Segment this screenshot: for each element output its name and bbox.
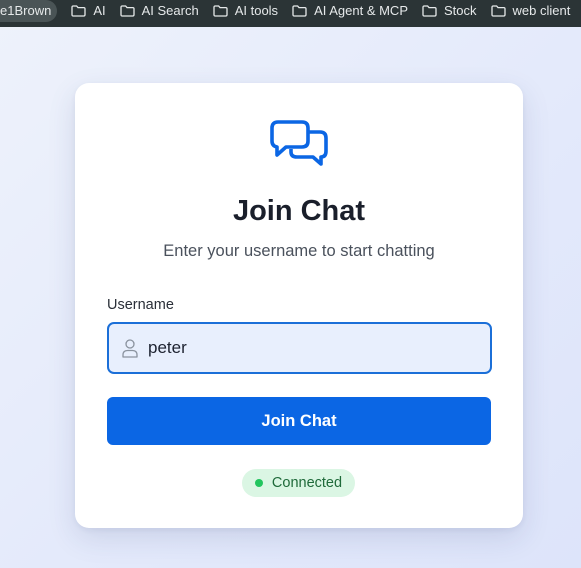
chat-bubbles-icon <box>269 119 329 178</box>
bookmark-folder-web-client[interactable]: web client <box>490 3 571 18</box>
bookmark-label: Stock <box>444 3 477 18</box>
bookmarks-bar: e1Brown AI AI Search AI tools AI Agent &… <box>0 0 581 27</box>
bookmark-folder-stock[interactable]: Stock <box>422 3 477 18</box>
page-title: Join Chat <box>232 195 366 227</box>
join-chat-button[interactable]: Join Chat <box>107 397 491 445</box>
username-field[interactable] <box>107 322 492 374</box>
bookmark-label: AI Search <box>141 3 199 18</box>
bookmark-item-active[interactable]: e1Brown <box>0 0 58 22</box>
folder-icon <box>119 4 135 17</box>
user-icon <box>122 338 138 358</box>
folder-icon <box>490 4 506 17</box>
join-chat-card: Join Chat Enter your username to start c… <box>75 83 523 528</box>
bookmark-label: AI Agent & MCP <box>314 3 408 18</box>
bookmark-folder-ai-tools[interactable]: AI tools <box>213 3 278 18</box>
folder-icon <box>292 4 307 17</box>
connection-status-badge: Connected <box>242 469 355 497</box>
bookmark-label: web client <box>512 3 571 18</box>
bookmark-folder-ai[interactable]: AI <box>71 3 106 18</box>
bookmark-label: AI <box>93 3 106 18</box>
page-subtitle: Enter your username to start chatting <box>163 242 435 260</box>
bookmark-label: AI tools <box>234 3 279 18</box>
folder-icon <box>422 4 437 17</box>
bookmark-folder-ai-search[interactable]: AI Search <box>119 3 199 18</box>
username-input[interactable] <box>148 338 468 358</box>
bookmark-label: e1Brown <box>0 3 52 18</box>
status-text: Connected <box>271 475 343 491</box>
status-dot-icon <box>254 479 263 487</box>
bookmark-folder-ai-agent-mcp[interactable]: AI Agent & MCP <box>292 3 408 18</box>
username-label: Username <box>107 297 174 313</box>
folder-icon <box>71 4 86 17</box>
folder-icon <box>213 4 228 17</box>
